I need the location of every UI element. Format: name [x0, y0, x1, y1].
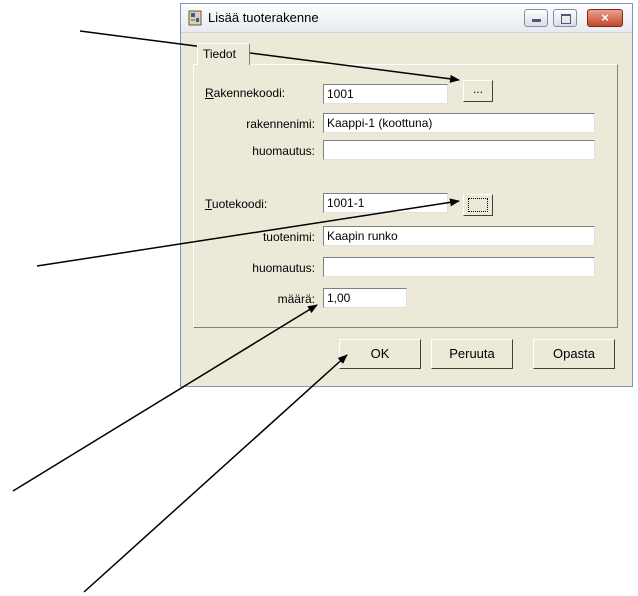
tab-tiedot[interactable]: Tiedot — [197, 43, 250, 65]
arrow-to-ok-button — [83, 354, 348, 593]
arrow-to-tuotekoodi-browse — [36, 198, 460, 267]
annotation-arrows — [12, 30, 460, 593]
arrow-to-rakennekoodi-browse — [79, 30, 460, 83]
arrow-to-maara-field — [12, 304, 318, 492]
tab-tiedot-label: Tiedot — [203, 47, 236, 61]
